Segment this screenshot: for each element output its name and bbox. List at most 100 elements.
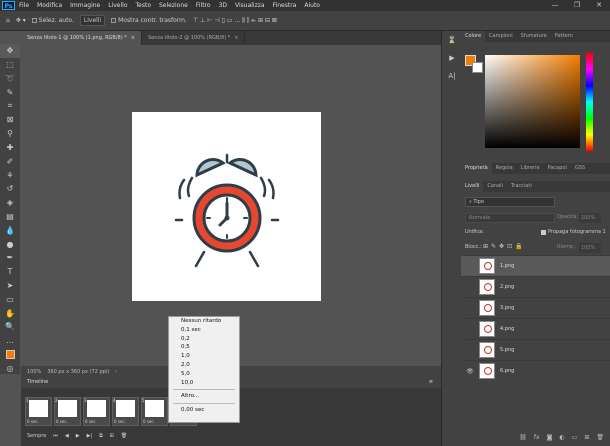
tab-proprieta[interactable]: Proprietà	[461, 163, 492, 174]
shape-tool-icon[interactable]: ▭	[0, 292, 20, 306]
more-tools-icon[interactable]: …	[0, 334, 20, 348]
tab-gss[interactable]: GSS	[571, 163, 589, 174]
next-frame-icon[interactable]: ▶|	[87, 433, 93, 439]
menu-livello[interactable]: Livello	[108, 2, 127, 9]
group-icon[interactable]: ▭	[572, 434, 578, 441]
align-icons[interactable]: ⊤ ⊥ ⊢ ⊣ ▯ ▭ … ⫼ ⫿ ⟛ ⊞ ⊟ ⊠	[193, 17, 277, 25]
menu-finestra[interactable]: Finestra	[273, 2, 297, 9]
timeline-frame-2[interactable]: 20 sec.	[54, 397, 81, 426]
layer-row-1[interactable]: 1.png	[461, 255, 610, 276]
blur-tool-icon[interactable]: 💧	[0, 223, 20, 237]
pen-tool-icon[interactable]: ✒	[0, 251, 20, 265]
delete-frame-icon[interactable]: 🗑	[121, 433, 127, 439]
frame-delay[interactable]: 0 sec.	[143, 419, 155, 424]
delay-option[interactable]: 0,5	[169, 343, 239, 352]
tab-pacapol[interactable]: Pacapol	[544, 163, 571, 174]
eraser-tool-icon[interactable]: ◈	[0, 196, 20, 210]
move-tool-icon[interactable]: ✥ ▾	[16, 17, 26, 24]
marquee-tool-icon[interactable]: ⬚	[0, 58, 20, 72]
blend-mode-dropdown[interactable]: Normale	[465, 213, 555, 223]
delay-option[interactable]: 10,0	[169, 379, 239, 388]
background-color-swatch[interactable]	[472, 62, 483, 73]
character-icon[interactable]: A|	[442, 67, 462, 85]
play-actions-icon[interactable]: ▶	[442, 49, 462, 67]
tween-icon[interactable]: ⧉	[99, 433, 103, 439]
tab-sfumature[interactable]: Sfumature	[517, 31, 551, 42]
history-icon[interactable]: ⌛	[442, 31, 462, 49]
timeline-frame-4[interactable]: 40 sec.	[112, 397, 139, 426]
layer-row-6[interactable]: 👁 6.png	[461, 360, 610, 381]
frame-delay[interactable]: 0 sec.	[27, 419, 39, 424]
crop-tool-icon[interactable]: ⌗	[0, 99, 20, 113]
menu-modifica[interactable]: Modifica	[37, 2, 62, 9]
close-button[interactable]: ✕	[588, 0, 610, 11]
mask-icon[interactable]: ◙	[547, 434, 553, 441]
color-swatch-icon[interactable]	[0, 348, 20, 362]
lock-icons[interactable]: ⊞✎✥⊡🔒	[483, 243, 526, 250]
frame-tool-icon[interactable]: ⊠	[0, 113, 20, 127]
menu-selezione[interactable]: Selezione	[159, 2, 188, 9]
frame-delay[interactable]: 0 sec.	[56, 419, 68, 424]
type-tool-icon[interactable]: T	[0, 265, 20, 279]
hue-slider[interactable]	[586, 53, 593, 151]
loop-dropdown[interactable]: Sempre	[27, 433, 46, 439]
chevron-right-icon[interactable]: ›	[115, 369, 117, 375]
move-tool-icon[interactable]: ✥	[0, 44, 20, 58]
menu-3d[interactable]: 3D	[219, 2, 227, 9]
duplicate-frame-icon[interactable]: ⊞	[110, 433, 114, 439]
layer-filter-dropdown[interactable]: ⌕ Tipo	[465, 197, 555, 207]
propagate-checkbox[interactable]: Propaga fotogramma 1	[541, 229, 606, 235]
trash-icon[interactable]: 🗑	[596, 434, 604, 441]
tab-colore[interactable]: Colore	[461, 31, 486, 42]
menu-testo[interactable]: Testo	[136, 2, 152, 9]
menu-visualizza[interactable]: Visualizza	[235, 2, 265, 9]
tab-campioni[interactable]: Campioni	[485, 31, 517, 42]
link-icon[interactable]: ⛓	[519, 434, 527, 441]
quick-mask-icon[interactable]: ◎	[0, 361, 20, 375]
layer-row-3[interactable]: 3.png	[461, 297, 610, 318]
hand-tool-icon[interactable]: ✋	[0, 306, 20, 320]
frame-delay[interactable]: 0 sec.	[114, 419, 126, 424]
gradient-tool-icon[interactable]: ▤	[0, 210, 20, 224]
doc-tab-2[interactable]: Senza titolo-2 @ 100% (RGB/8) * ×	[142, 31, 246, 45]
brush-tool-icon[interactable]: ✐	[0, 154, 20, 168]
zoom-tool-icon[interactable]: 🔍	[0, 320, 20, 334]
delay-option[interactable]: 0,1 sec	[169, 326, 239, 335]
timeline-frame-5[interactable]: 50 sec.	[141, 397, 168, 426]
auto-select-target-dropdown[interactable]: Livelli	[79, 15, 106, 26]
delay-option[interactable]: Nessun ritardo	[169, 317, 239, 326]
eyedropper-tool-icon[interactable]: ⚲	[0, 127, 20, 141]
tab-regola[interactable]: Regola	[492, 163, 517, 174]
prev-frame-icon[interactable]: ◀	[65, 433, 69, 439]
maximize-button[interactable]: ❐	[566, 0, 588, 11]
tab-canali[interactable]: Canali	[483, 181, 507, 192]
first-frame-icon[interactable]: ⏮	[53, 433, 58, 439]
healing-tool-icon[interactable]: ✚	[0, 141, 20, 155]
eye-icon[interactable]: 👁	[461, 368, 479, 375]
layer-row-4[interactable]: 4.png	[461, 318, 610, 339]
history-brush-icon[interactable]: ↺	[0, 182, 20, 196]
delay-current-option[interactable]: 0,00 sec	[169, 406, 239, 415]
menu-file[interactable]: File	[19, 2, 29, 9]
panel-menu-icon[interactable]: ≡	[429, 377, 433, 388]
opacity-field[interactable]: 100%	[579, 213, 601, 223]
minimize-button[interactable]: —	[544, 0, 566, 11]
delay-option[interactable]: 0,2	[169, 335, 239, 344]
menu-aiuto[interactable]: Aiuto	[304, 2, 320, 9]
home-icon[interactable]: ⌂	[6, 17, 10, 24]
path-select-tool-icon[interactable]: ➤	[0, 279, 20, 293]
tab-tracciati[interactable]: Tracciati	[507, 181, 536, 192]
show-transform-checkbox[interactable]: Mostra contr. trasform.	[111, 17, 187, 24]
play-icon[interactable]: ▶	[76, 433, 80, 439]
tab-livelli[interactable]: Livelli	[461, 181, 484, 192]
adjustment-icon[interactable]: ◐	[559, 434, 564, 441]
dodge-tool-icon[interactable]: ●	[0, 237, 20, 251]
doc-tab-1[interactable]: Senza titolo-1 @ 100% (1.png, RGB/8) * ×	[21, 31, 142, 45]
delay-option[interactable]: 5,0	[169, 370, 239, 379]
menu-immagine[interactable]: Immagine	[70, 2, 100, 9]
delay-option[interactable]: 1,0	[169, 352, 239, 361]
delay-option[interactable]: 2,0	[169, 361, 239, 370]
close-icon[interactable]: ×	[131, 35, 135, 41]
document-canvas[interactable]	[132, 112, 321, 301]
delay-other-option[interactable]: Altro...	[169, 392, 239, 401]
